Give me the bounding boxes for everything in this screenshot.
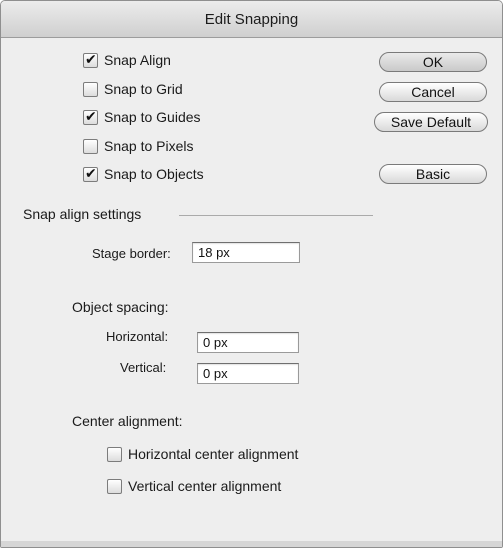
stage-border-label: Stage border: xyxy=(92,246,171,261)
checkmark-icon: ✔ xyxy=(85,107,97,124)
cancel-button-label: Cancel xyxy=(411,84,455,100)
ok-button-label: OK xyxy=(422,54,444,70)
checkbox-label: Snap to Guides xyxy=(104,109,201,125)
checkbox-box[interactable] xyxy=(107,478,122,494)
save-default-button-label: Save Default xyxy=(390,114,472,130)
checkbox-label: Horizontal center alignment xyxy=(128,446,299,462)
checkbox-horizontal-center-alignment[interactable]: Horizontal center alignment xyxy=(107,446,298,462)
checkbox-box[interactable]: ✔ xyxy=(83,107,98,125)
bottom-edge xyxy=(1,541,502,547)
horizontal-spacing-input[interactable] xyxy=(197,332,299,353)
edit-snapping-dialog: Edit Snapping ✔ Snap Align Snap to Grid … xyxy=(0,0,503,548)
vertical-spacing-input[interactable] xyxy=(197,363,299,384)
stage-border-input[interactable] xyxy=(192,242,300,263)
checkbox-label: Snap Align xyxy=(104,52,171,68)
center-alignment-heading: Center alignment: xyxy=(72,413,183,429)
object-spacing-heading: Object spacing: xyxy=(72,299,169,315)
vertical-label: Vertical: xyxy=(120,360,167,375)
basic-button-label: Basic xyxy=(415,166,451,182)
snap-align-settings-heading: Snap align settings xyxy=(23,206,142,222)
checkbox-vertical-center-alignment[interactable]: Vertical center alignment xyxy=(107,478,281,494)
checkbox-label: Snap to Pixels xyxy=(104,138,194,154)
dialog-title: Edit Snapping xyxy=(204,10,299,28)
checkbox-box[interactable]: ✔ xyxy=(83,164,98,182)
checkbox-box[interactable]: ✔ xyxy=(83,50,98,68)
ok-button[interactable]: OK xyxy=(379,52,487,72)
checkbox-snap-align[interactable]: ✔ Snap Align xyxy=(83,50,171,68)
checkbox-box[interactable] xyxy=(107,446,122,462)
basic-button[interactable]: Basic xyxy=(379,164,487,184)
horizontal-label: Horizontal: xyxy=(106,329,169,344)
checkbox-label: Snap to Objects xyxy=(104,166,204,182)
checkbox-label: Vertical center alignment xyxy=(128,478,282,494)
checkbox-snap-to-objects[interactable]: ✔ Snap to Objects xyxy=(83,164,204,182)
checkmark-icon: ✔ xyxy=(85,164,97,181)
save-default-button[interactable]: Save Default xyxy=(374,112,488,132)
checkbox-label: Snap to Grid xyxy=(104,81,183,97)
checkbox-box[interactable] xyxy=(83,138,98,154)
checkbox-snap-to-guides[interactable]: ✔ Snap to Guides xyxy=(83,107,201,125)
checkbox-box[interactable] xyxy=(83,81,98,97)
title-bar: Edit Snapping xyxy=(1,1,502,38)
cancel-button[interactable]: Cancel xyxy=(379,82,487,102)
checkbox-snap-to-pixels[interactable]: Snap to Pixels xyxy=(83,138,194,154)
checkmark-icon: ✔ xyxy=(85,50,97,67)
dialog-content: ✔ Snap Align Snap to Grid ✔ Snap to Guid… xyxy=(1,38,502,547)
checkbox-snap-to-grid[interactable]: Snap to Grid xyxy=(83,81,183,97)
section-divider xyxy=(179,215,373,216)
